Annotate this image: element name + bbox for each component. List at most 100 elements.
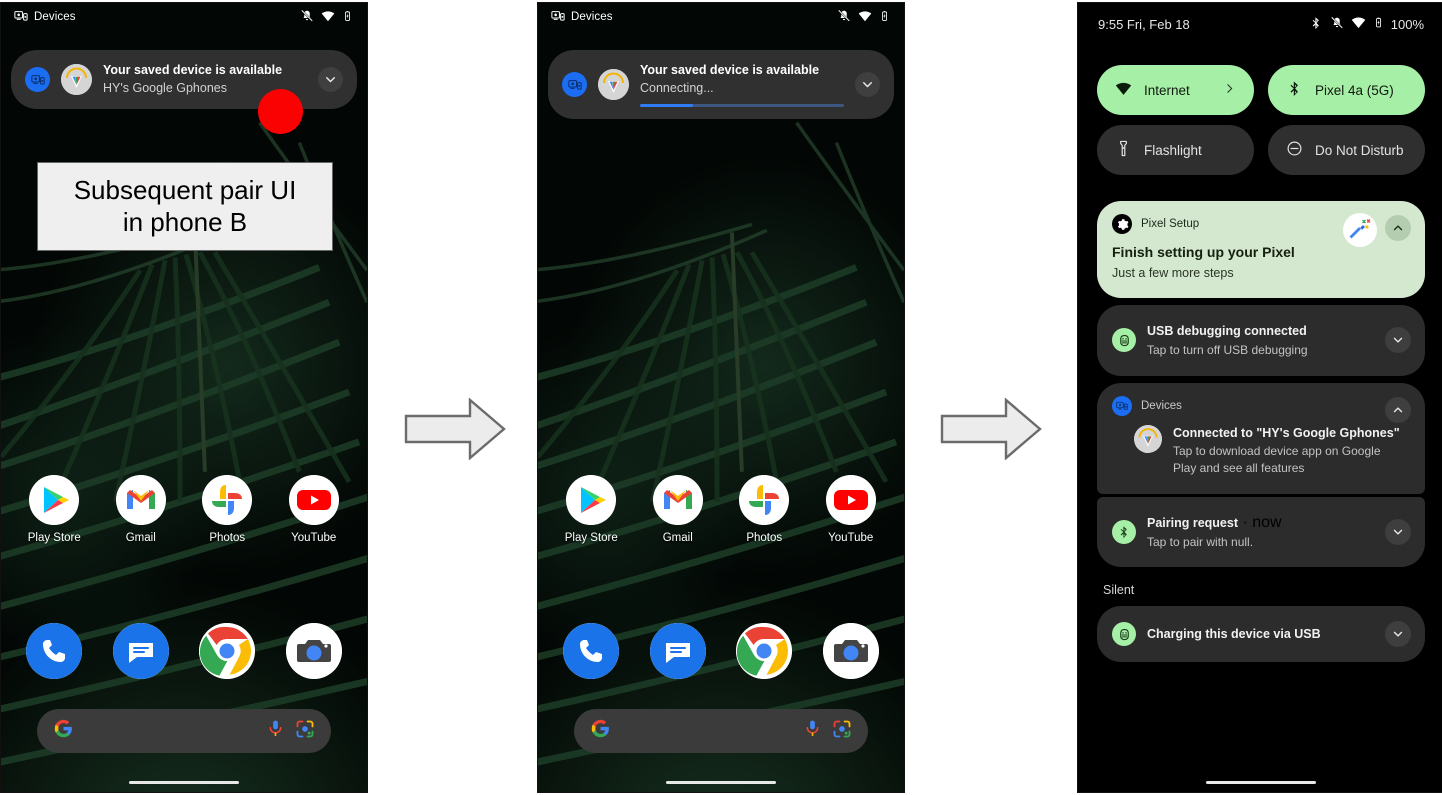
chevron-down-icon[interactable] [1385,518,1411,545]
youtube-icon [825,475,876,525]
notification-subtitle: Just a few more steps [1112,266,1234,280]
pixel-buds-avatar [598,69,629,100]
notification-devices[interactable]: Devices Connected to "HY's Google Gphone… [1097,382,1425,494]
bluetooth-icon [1309,16,1323,33]
notification-separator: · [1238,513,1253,531]
wifi-icon [321,9,335,26]
microphone-icon[interactable] [266,719,285,743]
app-label: Play Store [27,532,81,544]
chrome-icon[interactable] [736,623,793,679]
app-label: YouTube [291,532,337,544]
phone-icon[interactable] [563,623,620,679]
gmail-icon [652,475,703,525]
youtube-icon [288,475,339,525]
qs-tile-bluetooth-device[interactable]: Pixel 4a (5G) [1268,65,1425,115]
silent-section-label: Silent [1103,583,1135,598]
devices-icon [551,9,565,26]
gesture-nav-bar [129,780,239,784]
app-play-store[interactable]: Play Store [18,475,90,544]
callout-line-1: Subsequent pair UI [73,175,297,205]
qs-tile-label: Flashlight [1144,142,1202,158]
quick-settings-tiles: Internet Pixel 4a (5G) Flashlight Do Not… [1097,65,1425,175]
notification-pairing-request[interactable]: Pairing request · now Tap to pair with n… [1097,496,1425,568]
android-usb-icon [1112,622,1136,647]
magic-wand-icon [1343,213,1377,247]
flow-arrow-2 [940,398,1042,460]
qs-tile-label: Pixel 4a (5G) [1315,82,1394,98]
gesture-nav-bar [1206,780,1316,784]
gmail-icon [115,475,166,525]
status-app-label: Devices [571,11,613,23]
app-photos[interactable]: Photos [728,475,800,544]
google-lens-icon[interactable] [832,719,852,744]
status-app-label: Devices [34,11,76,23]
google-search-bar[interactable] [574,709,868,753]
chevron-down-icon[interactable] [1385,621,1411,648]
status-clock: 9:55 Fri, Feb 18 [1098,16,1190,32]
phone-a-status-bar: Devices [1,3,367,31]
phone-b-screen: Devices Your saved device is available C… [537,2,905,793]
app-gmail[interactable]: Gmail [642,475,714,544]
app-label: Gmail [662,532,693,544]
phone-b-app-grid: Play Store Gmail Photos YouTube [538,475,904,544]
notification-usb-debugging[interactable]: USB debugging connected Tap to turn off … [1097,305,1425,376]
play-store-icon [29,475,80,525]
app-label: Photos [209,532,246,544]
qs-tile-label: Do Not Disturb [1315,142,1404,158]
devices-icon [25,67,50,92]
phone-b-status-bar: Devices [538,3,904,31]
notification-title: USB debugging connected [1147,324,1307,338]
chevron-right-icon[interactable] [1223,82,1236,98]
bluetooth-icon [1286,80,1303,100]
chrome-icon[interactable] [199,623,256,679]
app-youtube[interactable]: YouTube [815,475,887,544]
annotation-red-dot [258,89,303,134]
notification-title: Charging this device via USB [1147,626,1321,641]
messages-icon[interactable] [649,623,706,679]
app-photos[interactable]: Photos [191,475,263,544]
pixel-buds-avatar [61,64,92,95]
settings-gear-icon [1112,214,1132,234]
notification-charging[interactable]: Charging this device via USB [1097,606,1425,663]
heads-up-notification-saved-device[interactable]: Your saved device is available HY's Goog… [11,50,357,109]
app-label: YouTube [828,532,874,544]
google-search-bar[interactable] [37,709,331,753]
notification-title: Connected to "HY's Google Gphones" [1173,425,1400,440]
qs-tile-do-not-disturb[interactable]: Do Not Disturb [1268,125,1425,175]
comparison-diagram: Devices Your saved device is available H… [0,0,1442,795]
phone-b-dock [538,623,904,679]
messages-icon[interactable] [112,623,169,679]
phone-c-status-bar: 9:55 Fri, Feb 18 100% [1078,3,1442,45]
notification-subtitle: Tap to pair with null. [1147,534,1254,549]
app-gmail[interactable]: Gmail [105,475,177,544]
flashlight-icon [1115,140,1132,160]
camera-icon[interactable] [822,623,879,679]
android-usb-icon [1112,328,1136,353]
heads-up-notification-connecting[interactable]: Your saved device is available Connectin… [548,50,894,119]
notification-title: Your saved device is available [103,63,283,77]
chevron-down-icon[interactable] [318,67,343,92]
notification-title: Finish setting up your Pixel [1112,244,1295,260]
phone-c-notification-shade: 9:55 Fri, Feb 18 100% Internet Pixel 4a … [1077,2,1442,793]
notification-pixel-setup[interactable]: Pixel Setup Finish setting up your Pixel… [1097,201,1425,298]
app-youtube[interactable]: YouTube [278,475,350,544]
notification-list: Pixel Setup Finish setting up your Pixel… [1097,201,1425,669]
app-play-store[interactable]: Play Store [555,475,627,544]
camera-icon[interactable] [285,623,342,679]
google-lens-icon[interactable] [295,719,315,744]
phone-icon[interactable] [26,623,83,679]
chevron-up-icon[interactable] [1385,215,1411,241]
wifi-icon [858,9,872,26]
phone-a-dock [1,623,367,679]
microphone-icon[interactable] [803,719,822,743]
qs-tile-flashlight[interactable]: Flashlight [1097,125,1254,175]
gesture-nav-bar [666,780,776,784]
chevron-up-icon[interactable] [1385,396,1411,423]
battery-charging-icon [342,9,353,26]
vibrate-off-icon [837,9,851,26]
bluetooth-icon [1112,519,1136,544]
google-photos-icon [739,475,790,525]
chevron-down-icon[interactable] [855,72,880,97]
qs-tile-internet[interactable]: Internet [1097,65,1254,115]
google-g-icon [53,718,74,744]
